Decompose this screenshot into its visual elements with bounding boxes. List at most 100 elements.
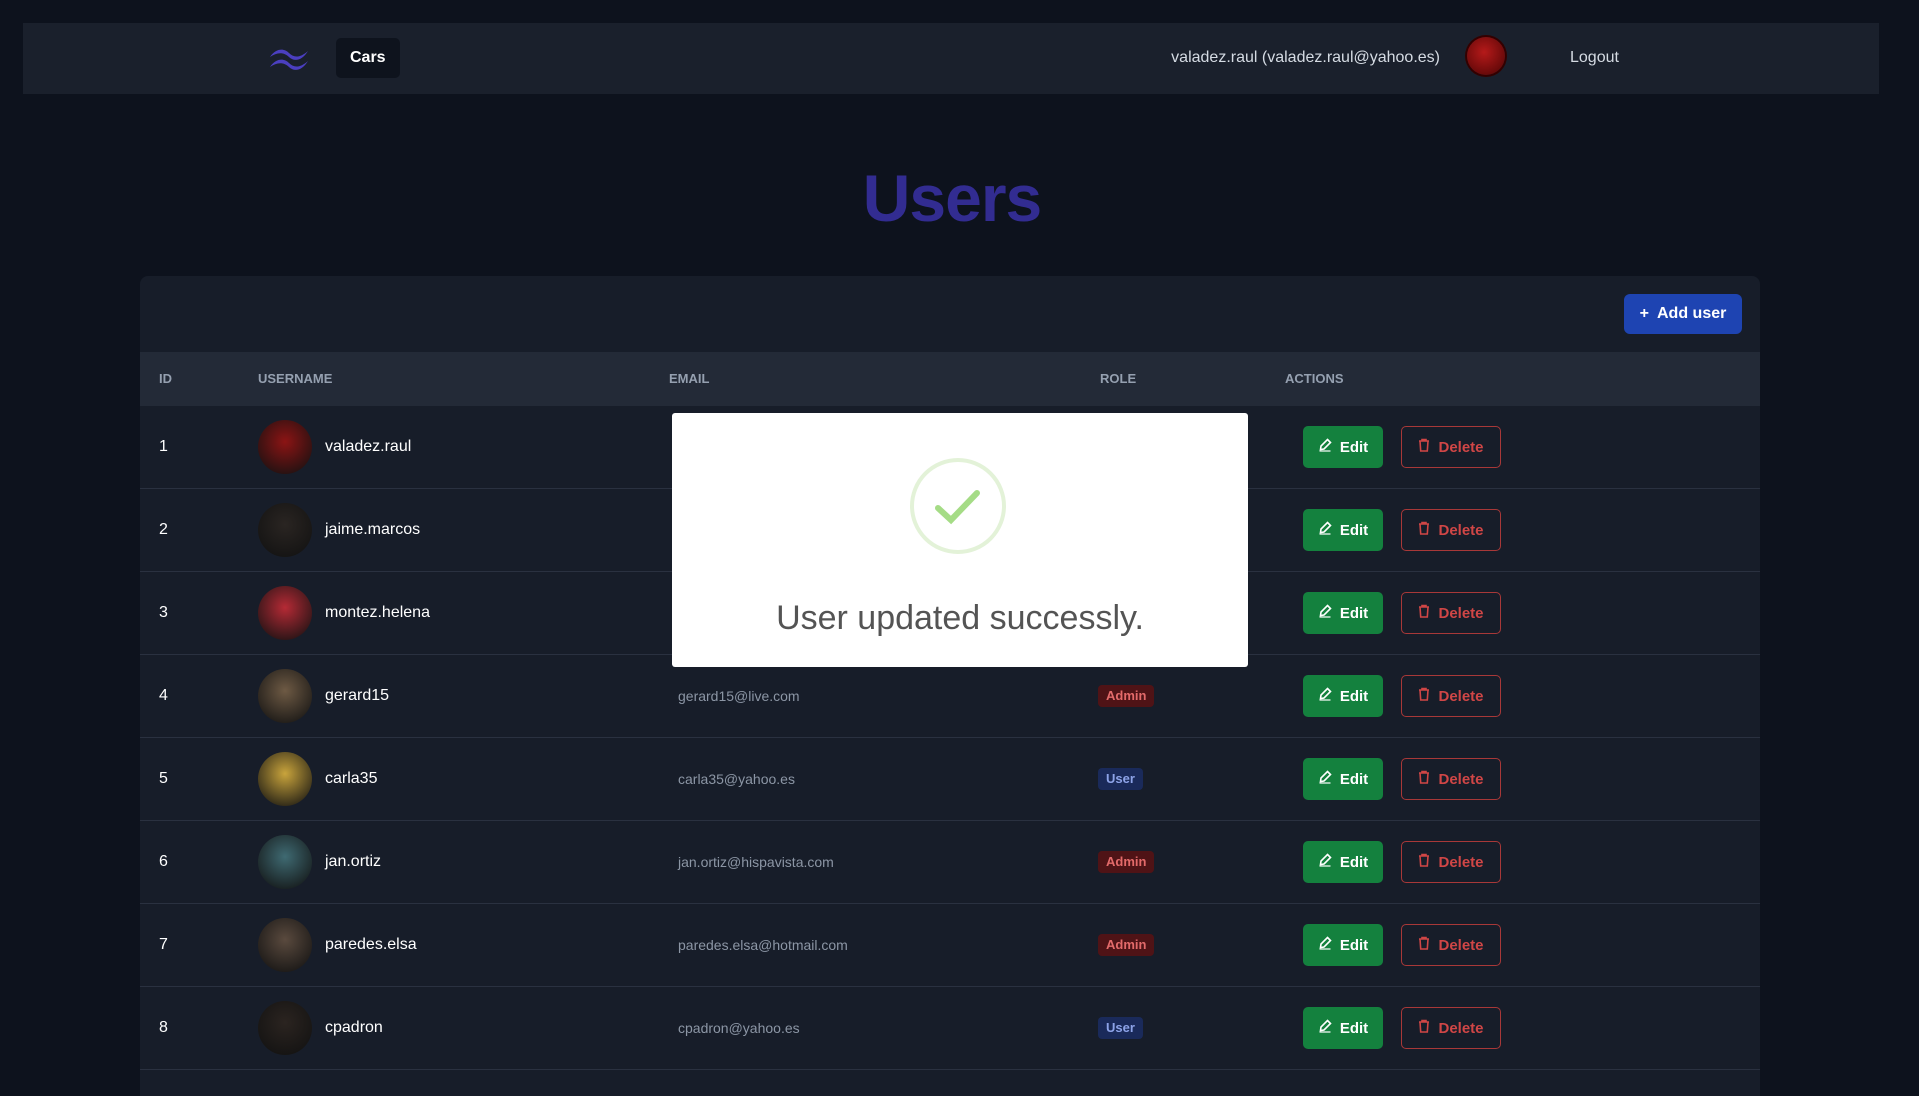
row-actions: Edit Delete — [1303, 821, 1501, 903]
avatar — [258, 1001, 312, 1055]
column-header-email: EMAIL — [669, 371, 710, 386]
tailwind-logo-icon[interactable] — [266, 42, 312, 74]
column-header-id: ID — [159, 371, 172, 386]
table-row: 5 carla35 carla35@yahoo.es User Edit Delete — [140, 738, 1760, 821]
row-username: gerard15 — [325, 687, 390, 704]
row-username: montez.helena — [325, 604, 430, 621]
role-badge: Admin — [1098, 934, 1155, 956]
delete-label: Delete — [1438, 521, 1484, 539]
edit-icon — [1318, 687, 1332, 705]
edit-button[interactable]: Edit — [1303, 592, 1383, 634]
modal-message: User updated successly. — [776, 599, 1144, 637]
row-actions: Edit Delete — [1303, 572, 1501, 654]
trash-icon — [1418, 438, 1430, 456]
edit-label: Edit — [1339, 1019, 1369, 1037]
trash-icon — [1418, 521, 1430, 539]
edit-label: Edit — [1339, 521, 1369, 539]
row-user: carla35 — [258, 738, 377, 820]
row-user: paredes.elsa — [258, 904, 417, 986]
row-role: User — [1098, 738, 1143, 820]
trash-icon — [1418, 687, 1430, 705]
row-role: Admin — [1098, 904, 1155, 986]
row-role: Admin — [1098, 821, 1155, 903]
edit-button[interactable]: Edit — [1303, 426, 1383, 468]
row-username: paredes.elsa — [325, 936, 417, 953]
edit-icon — [1318, 936, 1332, 954]
edit-button[interactable]: Edit — [1303, 509, 1383, 551]
row-user: cpadron — [258, 987, 383, 1069]
edit-icon — [1318, 1019, 1332, 1037]
edit-button[interactable]: Edit — [1303, 758, 1383, 800]
delete-button[interactable]: Delete — [1401, 675, 1501, 717]
row-id: 3 — [159, 604, 168, 621]
row-role: User — [1098, 987, 1143, 1069]
row-id: 5 — [159, 770, 168, 787]
row-id: 8 — [159, 1019, 168, 1036]
users-table-card: + Add user ID USERNAME EMAIL ROLE ACTION… — [140, 276, 1760, 1096]
edit-button[interactable]: Edit — [1303, 675, 1383, 717]
table-row: 7 paredes.elsa paredes.elsa@hotmail.com Adm… — [140, 904, 1760, 987]
column-header-actions: ACTIONS — [1285, 371, 1344, 386]
avatar — [258, 503, 312, 557]
avatar — [258, 586, 312, 640]
edit-button[interactable]: Edit — [1303, 841, 1383, 883]
row-id: 7 — [159, 936, 168, 953]
row-username: valadez.raul — [325, 438, 412, 455]
row-actions: Edit Delete — [1303, 489, 1501, 571]
edit-button[interactable]: Edit — [1303, 1007, 1383, 1049]
row-user: montez.helena — [258, 572, 430, 654]
avatar — [258, 420, 312, 474]
role-badge: User — [1098, 1017, 1143, 1039]
logout-link[interactable]: Logout — [1570, 47, 1619, 69]
table-row: 6 jan.ortiz jan.ortiz@hispavista.com Admin E… — [140, 821, 1760, 904]
trash-icon — [1418, 936, 1430, 954]
delete-label: Delete — [1438, 770, 1484, 788]
avatar — [258, 918, 312, 972]
row-email: gerard15@live.com — [678, 688, 800, 704]
current-user-info: valadez.raul (valadez.raul@yahoo.es) — [1171, 49, 1440, 66]
nav-link-cars[interactable]: Cars — [336, 38, 400, 78]
row-id: 2 — [159, 521, 168, 538]
edit-button[interactable]: Edit — [1303, 924, 1383, 966]
row-username: carla35 — [325, 770, 378, 787]
delete-button[interactable]: Delete — [1401, 841, 1501, 883]
edit-label: Edit — [1339, 853, 1369, 871]
row-actions: Edit Delete — [1303, 655, 1501, 737]
row-actions: Edit Delete — [1303, 738, 1501, 820]
row-id: 6 — [159, 853, 168, 870]
delete-button[interactable]: Delete — [1401, 592, 1501, 634]
column-header-username: USERNAME — [258, 371, 333, 386]
row-id: 1 — [159, 438, 168, 455]
trash-icon — [1418, 604, 1430, 622]
row-role: Admin — [1098, 655, 1155, 737]
page-title: Users — [862, 161, 1042, 235]
row-email: paredes.elsa@hotmail.com — [678, 937, 848, 953]
row-actions: Edit Delete — [1303, 406, 1501, 488]
row-user: jan.ortiz — [258, 821, 381, 903]
plus-icon: + — [1639, 305, 1649, 322]
edit-label: Edit — [1339, 687, 1369, 705]
edit-icon — [1318, 853, 1332, 871]
delete-button[interactable]: Delete — [1401, 509, 1501, 551]
delete-button[interactable]: Delete — [1401, 1007, 1501, 1049]
table-row: 8 cpadron cpadron@yahoo.es User Edit Delete — [140, 987, 1760, 1070]
top-navbar: Cars valadez.raul (valadez.raul@yahoo.es… — [23, 23, 1879, 94]
row-user: valadez.raul — [258, 406, 411, 488]
role-badge: Admin — [1098, 851, 1155, 873]
success-check-icon — [910, 458, 1006, 554]
current-user-avatar[interactable] — [1467, 37, 1505, 75]
avatar — [258, 835, 312, 889]
success-modal: User updated successly. — [672, 413, 1248, 667]
delete-label: Delete — [1438, 604, 1484, 622]
delete-button[interactable]: Delete — [1401, 758, 1501, 800]
row-actions: Edit Delete — [1303, 987, 1501, 1069]
delete-label: Delete — [1438, 1019, 1484, 1037]
add-user-button[interactable]: + Add user — [1624, 294, 1742, 334]
delete-button[interactable]: Delete — [1401, 426, 1501, 468]
edit-label: Edit — [1339, 936, 1369, 954]
role-badge: Admin — [1098, 685, 1155, 707]
delete-button[interactable]: Delete — [1401, 924, 1501, 966]
trash-icon — [1418, 853, 1430, 871]
trash-icon — [1418, 770, 1430, 788]
edit-label: Edit — [1339, 438, 1369, 456]
